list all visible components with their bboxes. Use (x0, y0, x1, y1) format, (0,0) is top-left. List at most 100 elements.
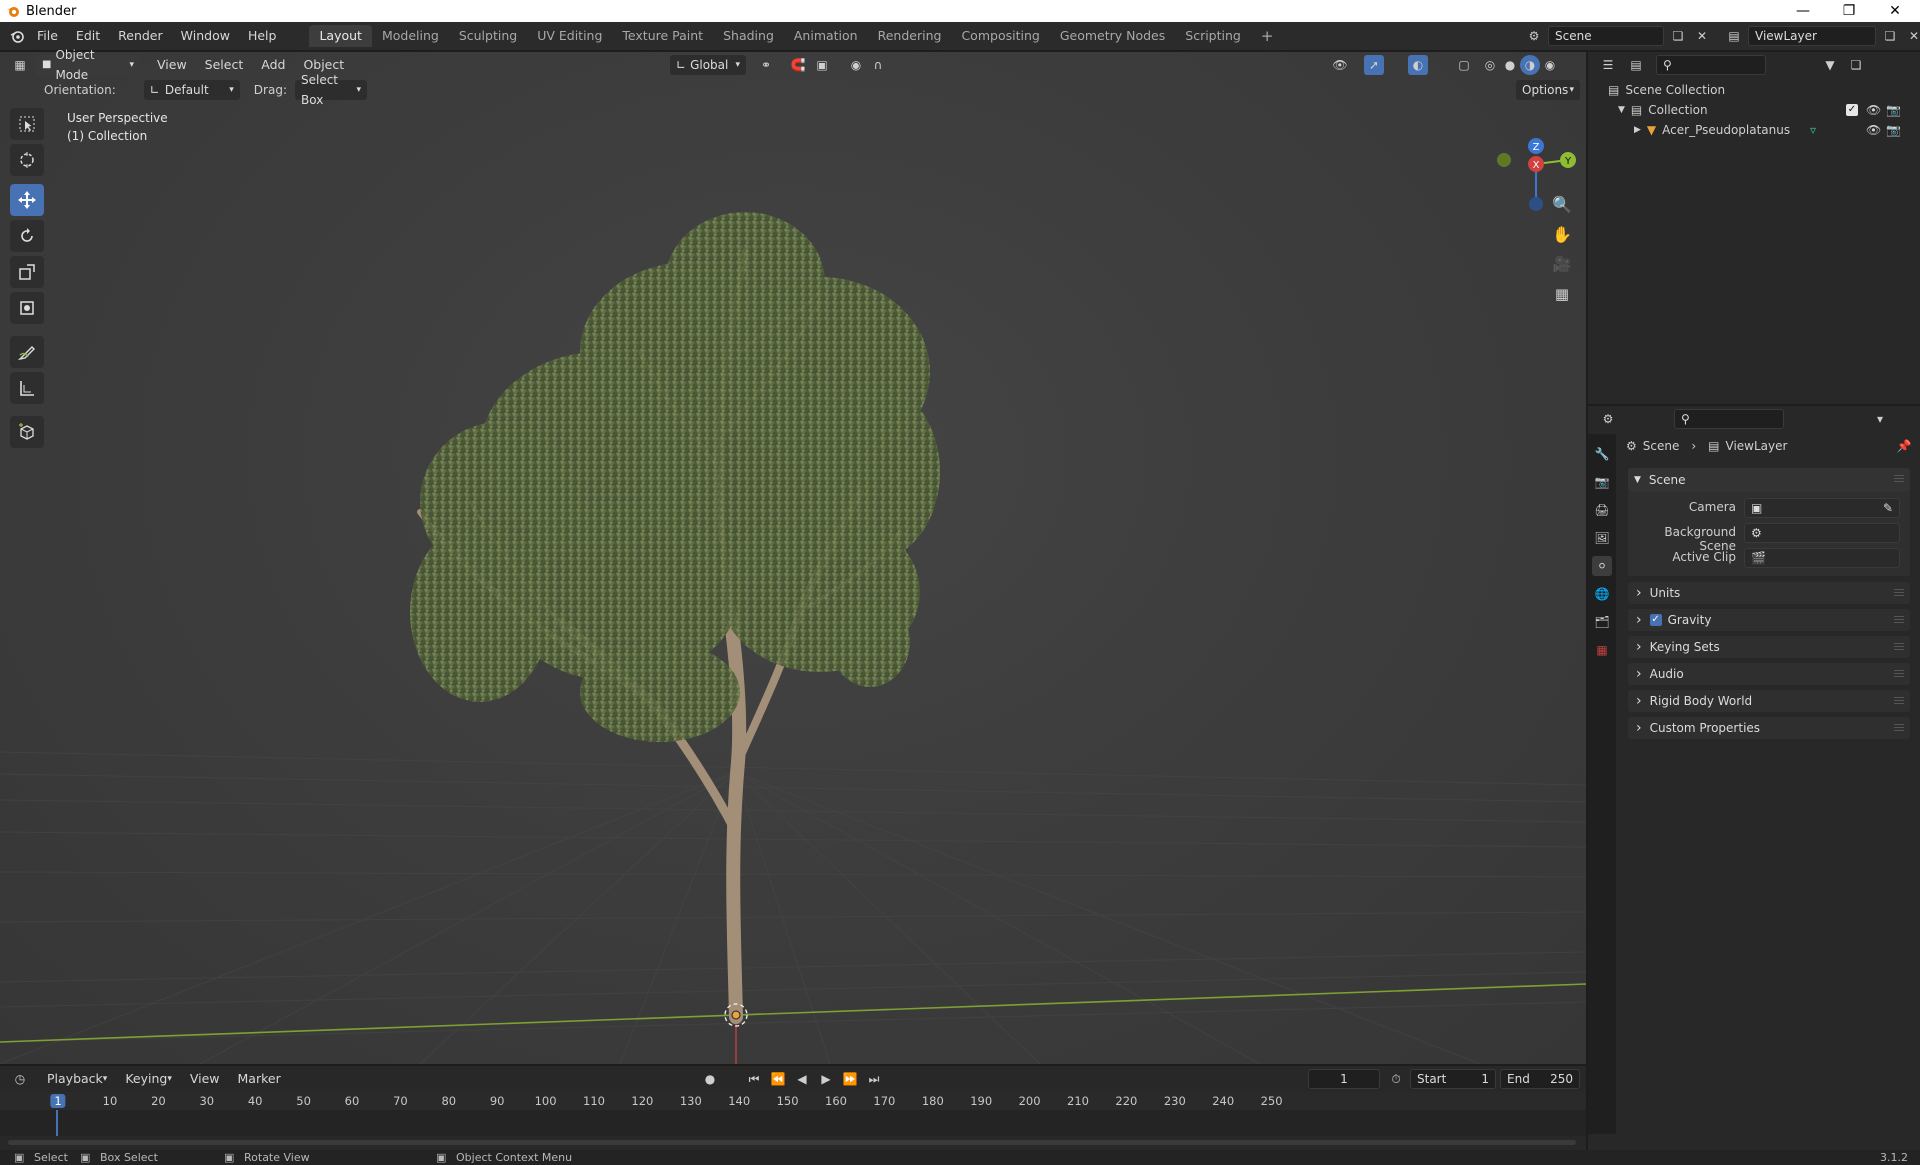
camera-render-icon[interactable]: 📷 (1886, 103, 1901, 117)
xray-icon[interactable]: ▢ (1454, 55, 1474, 75)
add-cube-tool[interactable] (10, 416, 44, 448)
mesh-data-icon[interactable]: ▿ (1810, 123, 1816, 137)
timeline-ruler[interactable]: 1 10 20 30 40 50 60 70 80 90 100 110 120 130 140 150 160… (0, 1092, 1586, 1110)
drag-grip-icon[interactable] (1894, 643, 1904, 651)
chevron-down-icon[interactable]: ▾ (1870, 409, 1890, 429)
gizmo-neg-z-axis[interactable] (1529, 197, 1543, 211)
new-scene-icon[interactable]: ❏ (1668, 26, 1688, 46)
falloff-icon[interactable]: ∩ (868, 55, 888, 75)
rotate-tool[interactable] (10, 220, 44, 252)
view-layer-tab-icon[interactable]: 🖼 (1592, 528, 1612, 548)
outliner-search-input[interactable]: ⚲ (1656, 55, 1766, 75)
annotate-tool[interactable] (10, 336, 44, 368)
scene-panel-header[interactable]: ▼ Scene (1628, 468, 1910, 492)
panel-audio[interactable]: › Audio (1628, 663, 1910, 685)
menu-help[interactable]: Help (239, 25, 286, 47)
panel-gravity[interactable]: › ✓ Gravity (1628, 609, 1910, 631)
add-workspace-button[interactable]: + (1251, 25, 1284, 47)
transform-tool[interactable] (10, 292, 44, 324)
view-layer-icon[interactable]: ▤ (1724, 26, 1744, 46)
background-scene-field[interactable]: ⚙ (1744, 523, 1900, 543)
panel-keying-sets[interactable]: › Keying Sets (1628, 636, 1910, 658)
properties-editor-type-icon[interactable]: ⚙ (1598, 409, 1618, 429)
workspace-tab-shading[interactable]: Shading (713, 25, 784, 47)
gravity-checkbox[interactable]: ✓ (1649, 614, 1662, 626)
play-reverse-icon[interactable]: ◀ (792, 1069, 812, 1089)
measure-tool[interactable] (10, 372, 44, 404)
drag-grip-icon[interactable] (1894, 475, 1904, 483)
start-frame-field[interactable]: Start 1 (1410, 1069, 1496, 1089)
new-collection-icon[interactable]: ❏ (1846, 55, 1866, 75)
remove-view-layer-icon[interactable]: ✕ (1904, 26, 1920, 46)
record-icon[interactable]: ● (700, 1069, 720, 1089)
timeline-menu-view[interactable]: View (181, 1068, 229, 1090)
gizmo-toggle-icon[interactable]: ➚ (1364, 55, 1384, 75)
next-keyframe-icon[interactable]: ⏩ (840, 1069, 860, 1089)
restore-icon[interactable]: ❐ (1826, 0, 1872, 22)
world-tab-icon[interactable]: 🌐 (1592, 584, 1612, 604)
scene-icon[interactable]: ⚙ (1524, 26, 1544, 46)
timeline-menu-keying[interactable]: Keying ▾ (116, 1068, 181, 1090)
timeline-menu-playback[interactable]: Playback ▾ (38, 1068, 116, 1090)
camera-field[interactable]: ▣ ✎ (1744, 498, 1900, 518)
timeline-keyframe-area[interactable] (0, 1110, 1586, 1136)
viewport-menu-add[interactable]: Add (252, 54, 294, 76)
proportional-edit-icon[interactable]: ◉ (846, 55, 866, 75)
select-box-tool[interactable] (10, 108, 44, 140)
wireframe-shading-icon[interactable]: ◎ (1480, 55, 1500, 75)
camera-render-icon[interactable]: 📷 (1886, 123, 1901, 137)
pin-icon[interactable]: 📌 (1894, 436, 1914, 456)
pan-hand-icon[interactable]: ✋ (1550, 222, 1574, 246)
menu-file[interactable]: File (28, 25, 67, 47)
render-tab-icon[interactable]: 📷 (1592, 472, 1612, 492)
minimize-icon[interactable]: — (1780, 0, 1826, 22)
workspace-tab-compositing[interactable]: Compositing (951, 25, 1049, 47)
display-mode-icon[interactable]: ▤ (1626, 55, 1646, 75)
pivot-point-icon[interactable]: ⚭ (756, 55, 776, 75)
material-shading-icon[interactable]: ◑ (1520, 55, 1540, 75)
editor-type-icon[interactable]: ▦ (10, 55, 30, 75)
timeline-scrollbar[interactable] (8, 1140, 1576, 1145)
zoom-icon[interactable]: 🔍 (1550, 192, 1574, 216)
cursor-tool[interactable] (10, 144, 44, 176)
scene-tab-icon[interactable]: ⚪ (1592, 556, 1612, 576)
panel-units[interactable]: › Units (1628, 582, 1910, 604)
workspace-tab-animation[interactable]: Animation (784, 25, 868, 47)
jump-end-icon[interactable]: ⏭ (864, 1069, 884, 1089)
eye-icon[interactable]: 👁 (1866, 123, 1881, 137)
jump-start-icon[interactable]: ⏮ (744, 1069, 764, 1089)
panel-custom-properties[interactable]: › Custom Properties (1628, 717, 1910, 739)
collection-tab-icon[interactable]: 🗂 (1592, 612, 1612, 632)
menu-edit[interactable]: Edit (67, 25, 109, 47)
3d-viewport[interactable]: User Perspective (1) Collection Z Y X 🔍 … (0, 52, 1586, 1064)
panel-rigid-body-world[interactable]: › Rigid Body World (1628, 690, 1910, 712)
visibility-icon[interactable]: 👁 (1330, 55, 1350, 75)
output-tab-icon[interactable]: 🖨 (1592, 500, 1612, 520)
tool-tab-icon[interactable]: 🔧 (1592, 444, 1612, 464)
ortho-grid-icon[interactable]: ▦ (1550, 282, 1574, 306)
drag-grip-icon[interactable] (1894, 616, 1904, 624)
workspace-tab-geometry-nodes[interactable]: Geometry Nodes (1050, 25, 1175, 47)
workspace-tab-modeling[interactable]: Modeling (372, 25, 449, 47)
move-tool[interactable] (10, 184, 44, 216)
properties-search-input[interactable]: ⚲ (1674, 409, 1784, 429)
outliner-row-object[interactable]: ▶ ▼ Acer_Pseudoplatanus ▿ 👁 📷 (1634, 120, 1918, 140)
overlay-toggle-icon[interactable]: ◐ (1408, 55, 1428, 75)
viewport-menu-select[interactable]: Select (196, 54, 253, 76)
eyedropper-icon[interactable]: ✎ (1883, 499, 1893, 517)
menu-render[interactable]: Render (109, 25, 172, 47)
drag-grip-icon[interactable] (1894, 670, 1904, 678)
gizmo-neg-y-axis[interactable] (1497, 153, 1511, 167)
eye-icon[interactable]: 👁 (1866, 103, 1881, 117)
scale-tool[interactable] (10, 256, 44, 288)
drag-grip-icon[interactable] (1894, 589, 1904, 597)
mode-dropdown[interactable]: ■ Object Mode ▾ (36, 48, 140, 82)
workspace-tab-uv-editing[interactable]: UV Editing (527, 25, 612, 47)
snap-icon[interactable]: 🧲 (788, 55, 808, 75)
timeline-menu-marker[interactable]: Marker (229, 1068, 290, 1090)
view-layer-field[interactable]: ViewLayer (1748, 26, 1876, 46)
new-view-layer-icon[interactable]: ❏ (1880, 26, 1900, 46)
workspace-tab-layout[interactable]: Layout (309, 25, 372, 47)
play-icon[interactable]: ▶ (816, 1069, 836, 1089)
filter-icon[interactable]: ▼ (1820, 55, 1840, 75)
